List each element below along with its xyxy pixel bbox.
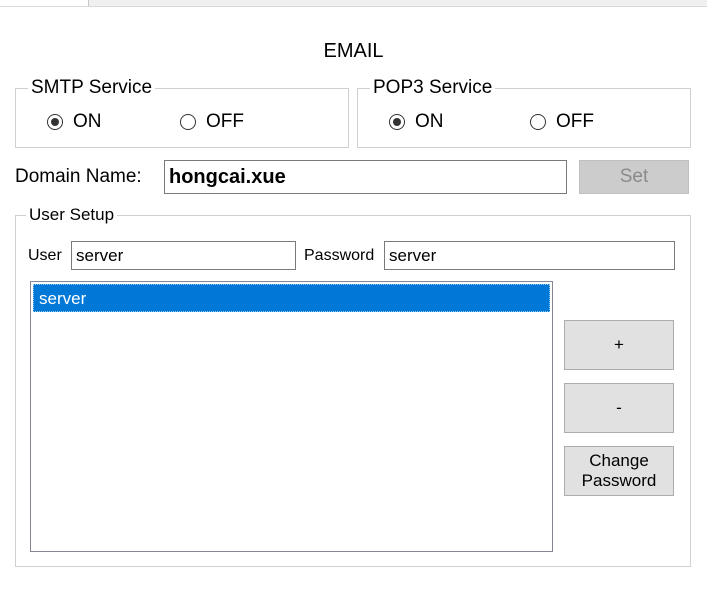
radio-unchecked-icon: [180, 114, 196, 130]
remove-user-button[interactable]: -: [564, 383, 674, 433]
pop3-service-legend: POP3 Service: [373, 77, 493, 98]
add-user-button[interactable]: +: [564, 320, 674, 370]
smtp-on-radio[interactable]: ON: [47, 111, 102, 133]
radio-checked-icon: [389, 114, 405, 130]
smtp-on-label: ON: [73, 111, 102, 132]
radio-checked-icon: [47, 114, 63, 130]
pop3-on-radio[interactable]: ON: [389, 111, 444, 133]
pop3-off-radio[interactable]: OFF: [530, 111, 594, 133]
smtp-off-radio[interactable]: OFF: [180, 111, 244, 133]
change-password-line1: Change: [589, 451, 649, 470]
user-setup-legend: User Setup: [29, 205, 115, 224]
change-password-line2: Password: [581, 471, 657, 490]
pop3-on-label: ON: [415, 111, 444, 132]
tab-strip: [0, 0, 707, 7]
active-tab[interactable]: [0, 0, 89, 6]
user-list[interactable]: server: [30, 281, 553, 552]
domain-name-input[interactable]: [164, 160, 567, 194]
set-button[interactable]: Set: [579, 160, 689, 194]
user-label: User: [28, 247, 62, 264]
password-label: Password: [304, 247, 375, 264]
pop3-off-label: OFF: [556, 111, 594, 132]
password-input[interactable]: [384, 241, 675, 270]
radio-unchecked-icon: [530, 114, 546, 130]
page-title: EMAIL: [323, 40, 384, 62]
change-password-button[interactable]: Change Password: [564, 446, 674, 496]
domain-name-label: Domain Name:: [15, 166, 142, 187]
list-item[interactable]: server: [33, 284, 550, 312]
user-input[interactable]: [71, 241, 296, 270]
smtp-off-label: OFF: [206, 111, 244, 132]
smtp-service-legend: SMTP Service: [31, 77, 153, 98]
